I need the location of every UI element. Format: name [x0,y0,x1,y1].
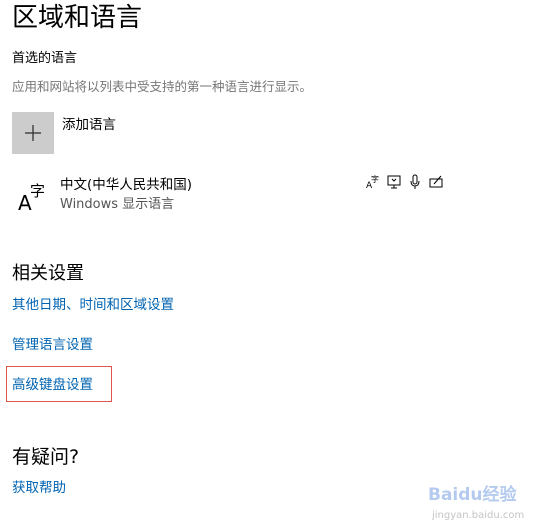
language-icon: A 字 [18,182,45,212]
add-language-label: 添加语言 [62,117,116,133]
manage-language-link[interactable]: 管理语言设置 [12,336,93,354]
preferred-languages-heading: 首选的语言 [12,51,78,66]
page-title: 区域和语言 [12,3,143,33]
svg-text:字: 字 [371,174,379,184]
watermark-url: jingyan.baidu.com [432,510,525,521]
handwriting-icon [429,174,443,190]
get-help-link[interactable]: 获取帮助 [12,479,66,497]
questions-heading: 有疑问? [12,446,80,468]
display-language-icon: A 字 [366,174,380,191]
advanced-keyboard-link[interactable]: 高级键盘设置 [12,376,93,394]
preferred-languages-description: 应用和网站将以列表中受支持的第一种语言进行显示。 [12,79,313,94]
add-language-button[interactable]: 添加语言 [12,112,116,154]
baidu-watermark: Baidu经验 jingyan.baidu.com [428,476,558,530]
date-time-region-link[interactable]: 其他日期、时间和区域设置 [12,296,174,314]
language-subtitle: Windows 显示语言 [60,197,175,212]
svg-text:字: 字 [30,182,45,200]
speech-recognition-icon [408,174,422,190]
text-to-speech-icon [387,174,401,190]
watermark-text: Baidu经验 [428,485,517,505]
language-name: 中文(中华人民共和国) [60,177,193,193]
language-list-item[interactable]: A 字 中文(中华人民共和国) Windows 显示语言 A 字 [12,174,462,218]
plus-icon [12,112,54,154]
related-settings-heading: 相关设置 [12,263,84,284]
